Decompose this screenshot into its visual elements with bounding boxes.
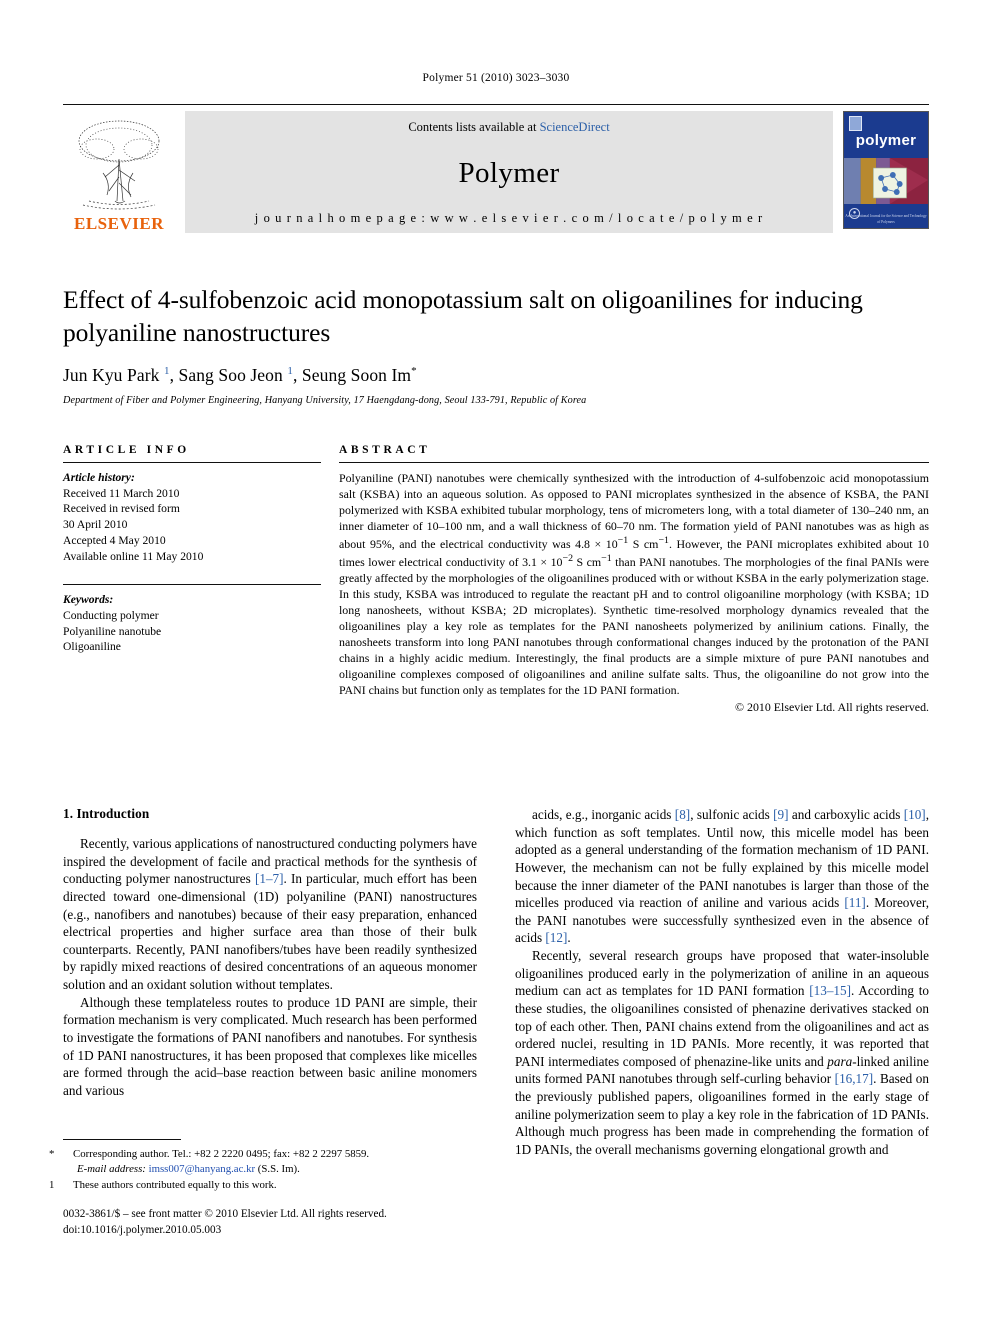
email-link[interactable]: imss007@hanyang.ac.kr <box>149 1163 256 1175</box>
cover-artwork <box>844 158 928 204</box>
history-item: Accepted 4 May 2010 <box>63 533 166 547</box>
journal-article-page: Polymer 51 (2010) 3023–3030 ELSEVIER Con… <box>0 0 992 1323</box>
keyword-item: Conducting polymer <box>63 608 159 622</box>
body-column-right: acids, e.g., inorganic acids [8], sulfon… <box>515 806 929 1159</box>
footnote-corresponding-author: * Corresponding author. Tel.: +82 2 2220 … <box>49 1148 370 1160</box>
history-item: Received 11 March 2010 <box>63 486 180 500</box>
cover-journal-title: polymer <box>855 132 917 149</box>
journal-title: Polymer <box>458 156 560 189</box>
cover-footer-text: An International Journal for the Science… <box>845 214 927 224</box>
masthead-top-rule <box>63 104 929 105</box>
page-footer: 0032-3861/$ – see front matter © 2010 El… <box>63 1207 563 1239</box>
cover-badge-icon <box>849 116 862 131</box>
journal-cover-thumbnail[interactable]: polymer ● An International Journal for t… <box>843 111 929 229</box>
keyword-item: Polyaniline nanotube <box>63 624 162 638</box>
article-history-label: Article history: <box>63 471 135 484</box>
author-affiliation: Department of Fiber and Polymer Engineer… <box>63 395 587 407</box>
article-history-block: Article history: Received 11 March 2010 … <box>63 470 321 564</box>
running-head: Polymer 51 (2010) 3023–3030 <box>422 72 570 84</box>
article-info-heading: ARTICLE INFO <box>63 444 190 456</box>
doi-line: doi:10.1016/j.polymer.2010.05.003 <box>63 1223 222 1236</box>
footnote-equal-contribution: 1 These authors contributed equally to th… <box>49 1178 277 1191</box>
footnote-rule <box>63 1139 181 1140</box>
elsevier-wordmark: ELSEVIER <box>74 214 164 233</box>
elsevier-logo: ELSEVIER <box>63 111 175 233</box>
abstract-copyright: © 2010 Elsevier Ltd. All rights reserved… <box>735 699 929 714</box>
section-heading-introduction: 1. Introduction <box>63 806 150 821</box>
body-columns: 1. Introduction Recently, various applic… <box>63 806 929 1159</box>
elsevier-tree-icon <box>78 120 160 210</box>
footnote-email: E-mail address: imss007@hanyang.ac.kr (S… <box>63 1162 477 1177</box>
title-block: Effect of 4-sulfobenzoic acid monopotass… <box>63 284 929 406</box>
keyword-item: Oligoaniline <box>63 640 121 654</box>
abstract-heading: ABSTRACT <box>339 444 431 456</box>
email-suffix: (S.S. Im). <box>257 1163 300 1176</box>
email-label: E-mail address: <box>77 1163 146 1176</box>
article-info-rule <box>63 462 321 463</box>
abstract-column: ABSTRACT Polyaniline (PANI) nanotubes we… <box>339 444 929 715</box>
body-paragraph: Although these templateless routes to pr… <box>63 994 477 1098</box>
page-title: Effect of 4-sulfobenzoic acid monopotass… <box>63 285 863 347</box>
history-item: 30 April 2010 <box>63 518 128 532</box>
abstract-rule <box>339 462 929 463</box>
info-abstract-region: ARTICLE INFO Article history: Received 1… <box>63 444 929 715</box>
body-paragraph: Recently, various applications of nanost… <box>63 836 477 992</box>
history-item: Available online 11 May 2010 <box>63 549 204 563</box>
body-paragraph: Recently, several research groups have p… <box>515 948 929 1157</box>
sciencedirect-link[interactable]: ScienceDirect <box>540 120 610 134</box>
journal-homepage-link[interactable]: j o u r n a l h o m e p a g e : w w w . … <box>255 211 763 226</box>
masthead-center-panel: Contents lists available at ScienceDirec… <box>185 111 833 233</box>
footnotes-block: * Corresponding author. Tel.: +82 2 2220 … <box>49 1139 477 1193</box>
keywords-rule <box>63 584 321 586</box>
journal-masthead: ELSEVIER Contents lists available at Sci… <box>63 104 929 233</box>
contents-available-line: Contents lists available at ScienceDirec… <box>408 120 609 135</box>
keywords-block: Keywords: Conducting polymer Polyaniline… <box>63 584 321 655</box>
author-list: Jun Kyu Park 1, Sang Soo Jeon 1, Seung S… <box>63 365 417 386</box>
body-paragraph: acids, e.g., inorganic acids [8], sulfon… <box>515 807 929 946</box>
history-item: Received in revised form <box>63 502 180 516</box>
issn-front-matter-line: 0032-3861/$ – see front matter © 2010 El… <box>63 1208 387 1220</box>
contents-prefix: Contents lists available at <box>408 120 540 134</box>
article-info-column: ARTICLE INFO Article history: Received 1… <box>63 444 321 715</box>
keywords-label: Keywords: <box>63 593 114 607</box>
body-column-left: 1. Introduction Recently, various applic… <box>63 806 477 1159</box>
abstract-text: Polyaniline (PANI) nanotubes were chemic… <box>339 471 930 697</box>
